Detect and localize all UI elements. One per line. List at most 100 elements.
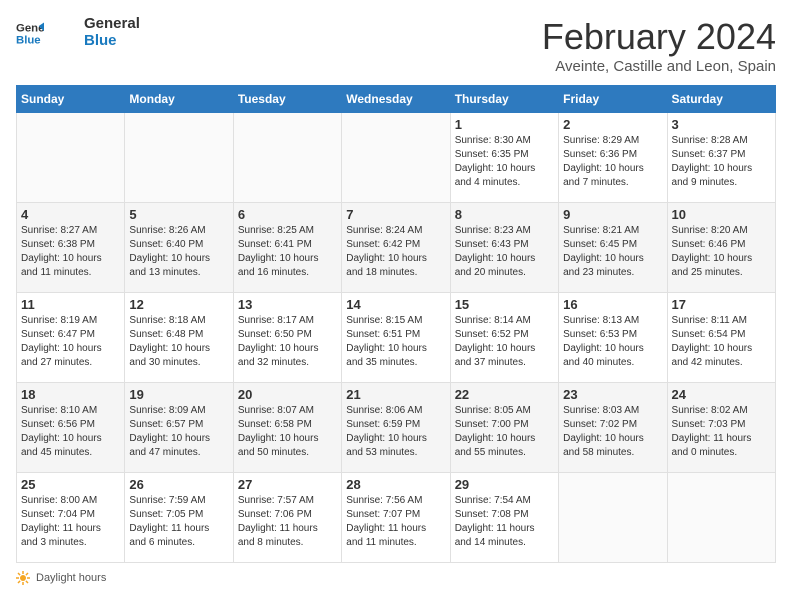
calendar-cell: 3 Sunrise: 8:28 AM Sunset: 6:37 PM Daylig…: [667, 113, 775, 203]
calendar-title: February 2024: [542, 16, 776, 58]
calendar-cell: 21 Sunrise: 8:06 AM Sunset: 6:59 PM Dayli…: [342, 383, 450, 473]
day-number: 16: [563, 297, 662, 312]
day-number: 28: [346, 477, 445, 492]
day-info: Sunrise: 8:15 AM Sunset: 6:51 PM Dayligh…: [346, 314, 445, 370]
day-info: Sunrise: 8:21 AM Sunset: 6:45 PM Dayligh…: [563, 224, 662, 280]
day-info: Sunrise: 8:10 AM Sunset: 6:56 PM Dayligh…: [21, 404, 120, 460]
calendar-subtitle: Aveinte, Castille and Leon, Spain: [542, 58, 776, 75]
calendar-cell: [559, 473, 667, 563]
weekday-header-row: SundayMondayTuesdayWednesdayThursdayFrid…: [17, 86, 776, 113]
day-number: 9: [563, 207, 662, 222]
calendar-cell: 1 Sunrise: 8:30 AM Sunset: 6:35 PM Daylig…: [450, 113, 558, 203]
day-number: 17: [672, 297, 771, 312]
day-number: 12: [129, 297, 228, 312]
day-info: Sunrise: 8:25 AM Sunset: 6:41 PM Dayligh…: [238, 224, 337, 280]
week-row-4: 18 Sunrise: 8:10 AM Sunset: 6:56 PM Dayli…: [17, 383, 776, 473]
day-info: Sunrise: 8:09 AM Sunset: 6:57 PM Dayligh…: [129, 404, 228, 460]
calendar-cell: 10 Sunrise: 8:20 AM Sunset: 6:46 PM Dayli…: [667, 203, 775, 293]
weekday-header-sunday: Sunday: [17, 86, 125, 113]
day-info: Sunrise: 8:29 AM Sunset: 6:36 PM Dayligh…: [563, 134, 662, 190]
calendar-cell: 19 Sunrise: 8:09 AM Sunset: 6:57 PM Dayli…: [125, 383, 233, 473]
day-number: 5: [129, 207, 228, 222]
weekday-header-thursday: Thursday: [450, 86, 558, 113]
day-info: Sunrise: 8:27 AM Sunset: 6:38 PM Dayligh…: [21, 224, 120, 280]
day-info: Sunrise: 8:23 AM Sunset: 6:43 PM Dayligh…: [455, 224, 554, 280]
footer: Daylight hours: [16, 571, 776, 585]
day-number: 23: [563, 387, 662, 402]
day-info: Sunrise: 7:56 AM Sunset: 7:07 PM Dayligh…: [346, 494, 445, 550]
calendar-cell: 12 Sunrise: 8:18 AM Sunset: 6:48 PM Dayli…: [125, 293, 233, 383]
week-row-2: 4 Sunrise: 8:27 AM Sunset: 6:38 PM Daylig…: [17, 203, 776, 293]
logo: General Blue General Blue: [16, 16, 140, 49]
calendar-cell: 15 Sunrise: 8:14 AM Sunset: 6:52 PM Dayli…: [450, 293, 558, 383]
day-number: 14: [346, 297, 445, 312]
day-number: 19: [129, 387, 228, 402]
calendar-cell: 5 Sunrise: 8:26 AM Sunset: 6:40 PM Daylig…: [125, 203, 233, 293]
calendar-cell: [667, 473, 775, 563]
day-info: Sunrise: 8:03 AM Sunset: 7:02 PM Dayligh…: [563, 404, 662, 460]
calendar-cell: 20Sunrise: 8:07 AM Sunset: 6:58 PM Dayli…: [233, 383, 341, 473]
week-row-3: 11Sunrise: 8:19 AM Sunset: 6:47 PM Dayli…: [17, 293, 776, 383]
weekday-header-wednesday: Wednesday: [342, 86, 450, 113]
day-number: 18: [21, 387, 120, 402]
day-number: 4: [21, 207, 120, 222]
day-info: Sunrise: 7:59 AM Sunset: 7:05 PM Dayligh…: [129, 494, 228, 550]
title-block: February 2024 Aveinte, Castille and Leon…: [542, 16, 776, 75]
logo-text-blue: Blue: [84, 33, 140, 50]
day-info: Sunrise: 8:13 AM Sunset: 6:53 PM Dayligh…: [563, 314, 662, 370]
day-number: 15: [455, 297, 554, 312]
day-number: 1: [455, 117, 554, 132]
calendar-cell: [233, 113, 341, 203]
day-info: Sunrise: 8:14 AM Sunset: 6:52 PM Dayligh…: [455, 314, 554, 370]
week-row-1: 1 Sunrise: 8:30 AM Sunset: 6:35 PM Daylig…: [17, 113, 776, 203]
calendar-cell: 16 Sunrise: 8:13 AM Sunset: 6:53 PM Dayli…: [559, 293, 667, 383]
day-number: 8: [455, 207, 554, 222]
week-row-5: 25Sunrise: 8:00 AM Sunset: 7:04 PM Dayli…: [17, 473, 776, 563]
calendar-cell: 14 Sunrise: 8:15 AM Sunset: 6:51 PM Dayli…: [342, 293, 450, 383]
day-info: Sunrise: 8:11 AM Sunset: 6:54 PM Dayligh…: [672, 314, 771, 370]
day-info: Sunrise: 8:26 AM Sunset: 6:40 PM Dayligh…: [129, 224, 228, 280]
day-number: 24: [672, 387, 771, 402]
calendar-cell: 29 Sunrise: 7:54 AM Sunset: 7:08 PM Dayli…: [450, 473, 558, 563]
day-info: Sunrise: 8:20 AM Sunset: 6:46 PM Dayligh…: [672, 224, 771, 280]
day-info: Sunrise: 8:06 AM Sunset: 6:59 PM Dayligh…: [346, 404, 445, 460]
day-number: 26: [129, 477, 228, 492]
calendar-cell: 27 Sunrise: 7:57 AM Sunset: 7:06 PM Dayli…: [233, 473, 341, 563]
day-info: Sunrise: 8:18 AM Sunset: 6:48 PM Dayligh…: [129, 314, 228, 370]
calendar-cell: 24 Sunrise: 8:02 AM Sunset: 7:03 PM Dayli…: [667, 383, 775, 473]
calendar-cell: 9 Sunrise: 8:21 AM Sunset: 6:45 PM Daylig…: [559, 203, 667, 293]
page-header: General Blue General Blue February 2024 …: [16, 16, 776, 75]
calendar-cell: [17, 113, 125, 203]
day-info: Sunrise: 8:28 AM Sunset: 6:37 PM Dayligh…: [672, 134, 771, 190]
calendar-cell: 2 Sunrise: 8:29 AM Sunset: 6:36 PM Daylig…: [559, 113, 667, 203]
calendar-cell: 11Sunrise: 8:19 AM Sunset: 6:47 PM Dayli…: [17, 293, 125, 383]
day-info: Sunrise: 8:30 AM Sunset: 6:35 PM Dayligh…: [455, 134, 554, 190]
day-info: Sunrise: 8:17 AM Sunset: 6:50 PM Dayligh…: [238, 314, 337, 370]
calendar-cell: 17 Sunrise: 8:11 AM Sunset: 6:54 PM Dayli…: [667, 293, 775, 383]
sun-icon: [16, 571, 30, 585]
svg-text:General: General: [16, 22, 44, 34]
day-info: Sunrise: 7:57 AM Sunset: 7:06 PM Dayligh…: [238, 494, 337, 550]
day-info: Sunrise: 8:02 AM Sunset: 7:03 PM Dayligh…: [672, 404, 771, 460]
day-info: Sunrise: 8:19 AM Sunset: 6:47 PM Dayligh…: [21, 314, 120, 370]
day-number: 10: [672, 207, 771, 222]
day-number: 29: [455, 477, 554, 492]
logo-text-general: General: [84, 16, 140, 33]
day-number: 3: [672, 117, 771, 132]
calendar-cell: 8 Sunrise: 8:23 AM Sunset: 6:43 PM Daylig…: [450, 203, 558, 293]
calendar-cell: 25Sunrise: 8:00 AM Sunset: 7:04 PM Dayli…: [17, 473, 125, 563]
calendar-cell: 13Sunrise: 8:17 AM Sunset: 6:50 PM Dayli…: [233, 293, 341, 383]
day-number: 21: [346, 387, 445, 402]
calendar-table: SundayMondayTuesdayWednesdayThursdayFrid…: [16, 85, 776, 563]
weekday-header-friday: Friday: [559, 86, 667, 113]
weekday-header-tuesday: Tuesday: [233, 86, 341, 113]
weekday-header-saturday: Saturday: [667, 86, 775, 113]
day-info: Sunrise: 7:54 AM Sunset: 7:08 PM Dayligh…: [455, 494, 554, 550]
day-number: 2: [563, 117, 662, 132]
calendar-cell: 6Sunrise: 8:25 AM Sunset: 6:41 PM Daylig…: [233, 203, 341, 293]
day-number: 27: [238, 477, 337, 492]
day-number: 22: [455, 387, 554, 402]
day-info: Sunrise: 8:00 AM Sunset: 7:04 PM Dayligh…: [21, 494, 120, 550]
calendar-cell: 7Sunrise: 8:24 AM Sunset: 6:42 PM Daylig…: [342, 203, 450, 293]
day-info: Sunrise: 8:07 AM Sunset: 6:58 PM Dayligh…: [238, 404, 337, 460]
